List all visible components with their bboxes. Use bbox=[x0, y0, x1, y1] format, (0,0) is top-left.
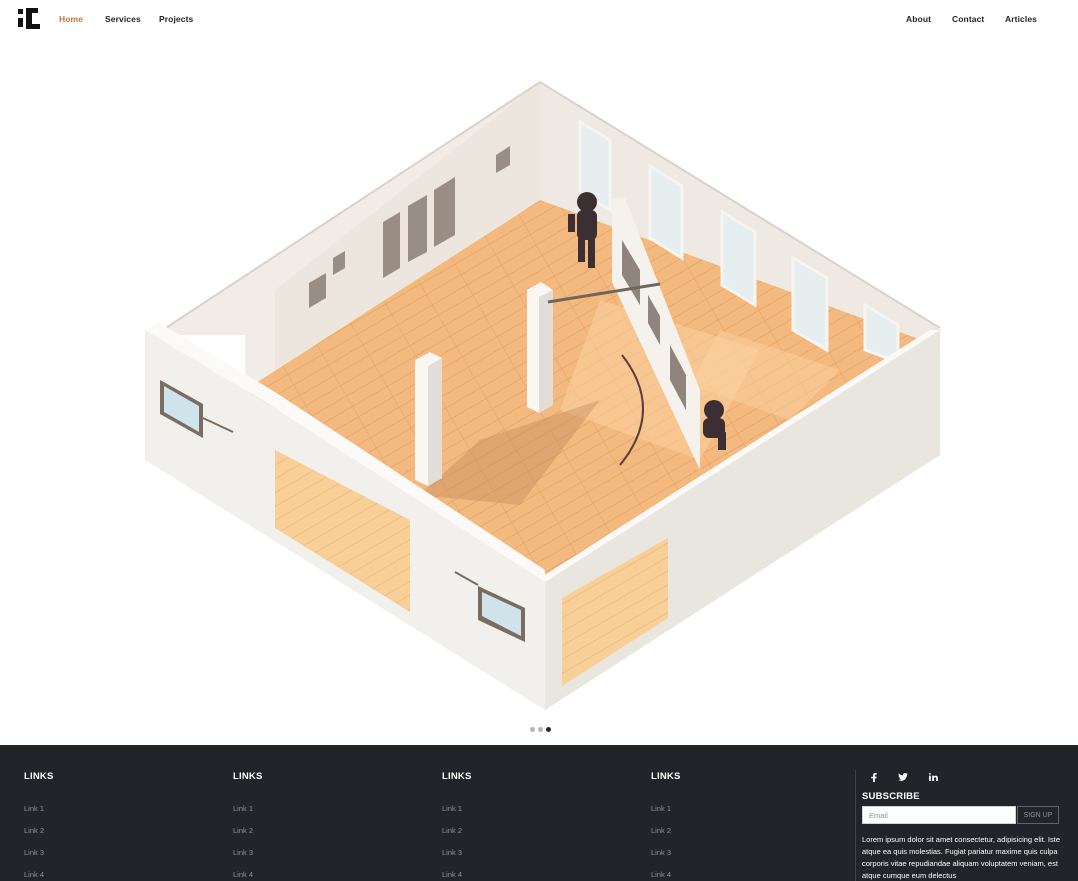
footer-column-title: LINKS bbox=[233, 771, 263, 782]
linkedin-icon[interactable] bbox=[927, 771, 939, 783]
footer-link[interactable]: Link 4 bbox=[442, 870, 462, 879]
footer-link[interactable]: Link 3 bbox=[233, 848, 253, 857]
carousel-dot-2[interactable] bbox=[538, 727, 543, 732]
sign-up-button[interactable]: SIGN UP bbox=[1017, 806, 1059, 824]
footer-link[interactable]: Link 2 bbox=[24, 826, 44, 835]
hero-carousel bbox=[0, 38, 1078, 745]
subscribe-description: Lorem ipsum dolor sit amet consectetur, … bbox=[862, 835, 1061, 880]
nav-services-link[interactable]: Services bbox=[105, 14, 141, 24]
footer-link[interactable]: Link 4 bbox=[233, 870, 253, 879]
footer-link[interactable]: Link 1 bbox=[233, 804, 253, 813]
nav-about-link[interactable]: About bbox=[906, 14, 931, 24]
footer-link[interactable]: Link 2 bbox=[442, 826, 462, 835]
email-input[interactable] bbox=[862, 806, 1016, 824]
nav-contact-link[interactable]: Contact bbox=[952, 14, 984, 24]
carousel-indicators bbox=[530, 727, 551, 732]
top-navbar: Home Services Projects About Contact Art… bbox=[0, 0, 1078, 38]
footer-link[interactable]: Link 1 bbox=[442, 804, 462, 813]
footer-link[interactable]: Link 2 bbox=[233, 826, 253, 835]
nav-projects-link[interactable]: Projects bbox=[159, 14, 193, 24]
footer-link[interactable]: Link 4 bbox=[651, 870, 671, 879]
footer-column-title: LINKS bbox=[24, 771, 54, 782]
footer-link[interactable]: Link 2 bbox=[651, 826, 671, 835]
footer-link[interactable]: Link 1 bbox=[24, 804, 44, 813]
site-footer: LINKS Link 1 Link 2 Link 3 Link 4 LINKS … bbox=[0, 745, 1078, 881]
footer-link[interactable]: Link 4 bbox=[24, 870, 44, 879]
footer-column-title: LINKS bbox=[442, 771, 472, 782]
footer-divider bbox=[855, 770, 856, 881]
carousel-dot-1[interactable] bbox=[530, 727, 535, 732]
subscribe-title: SUBSCRIBE bbox=[862, 791, 920, 802]
nav-articles-link[interactable]: Articles bbox=[1005, 14, 1037, 24]
isometric-room-illustration bbox=[145, 80, 941, 710]
footer-link[interactable]: Link 1 bbox=[651, 804, 671, 813]
footer-link[interactable]: Link 3 bbox=[442, 848, 462, 857]
twitter-icon[interactable] bbox=[897, 771, 909, 783]
nav-home-link[interactable]: Home bbox=[59, 14, 83, 24]
footer-link[interactable]: Link 3 bbox=[24, 848, 44, 857]
brand-logo[interactable] bbox=[18, 7, 42, 31]
facebook-icon[interactable] bbox=[868, 771, 880, 783]
footer-link[interactable]: Link 3 bbox=[651, 848, 671, 857]
footer-column-title: LINKS bbox=[651, 771, 681, 782]
carousel-dot-3[interactable] bbox=[546, 727, 551, 732]
